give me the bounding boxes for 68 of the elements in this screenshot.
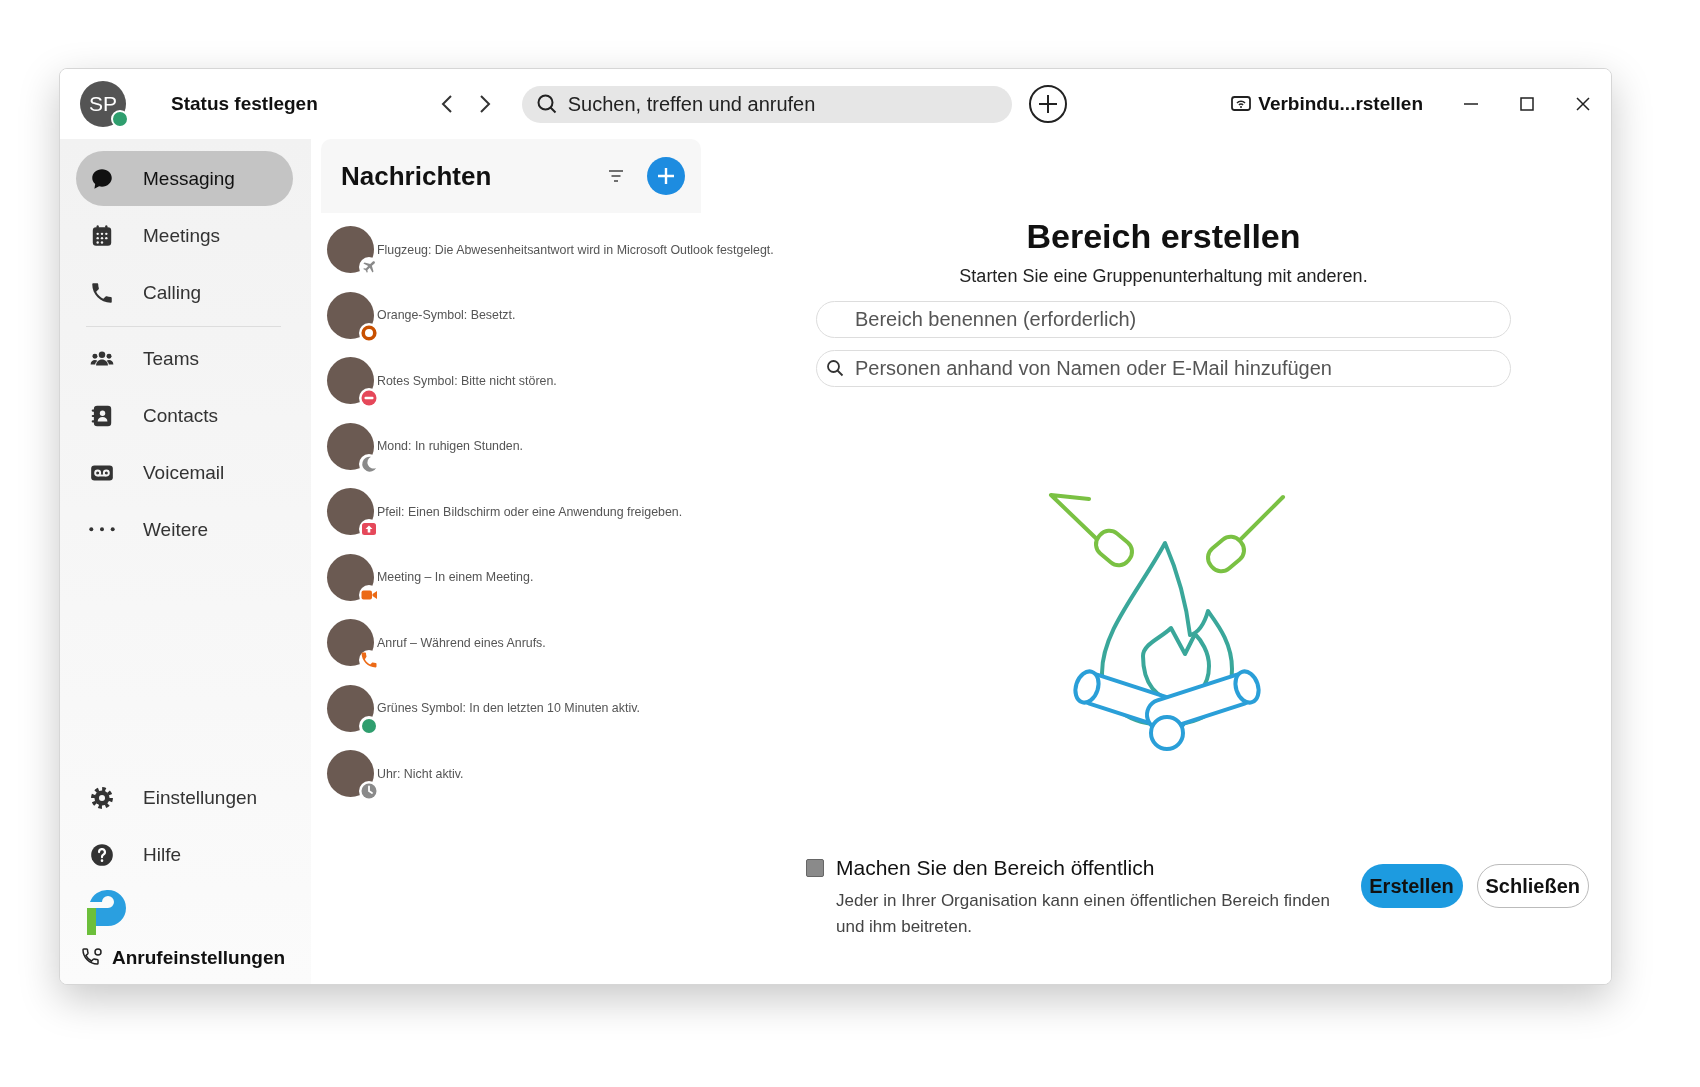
message-preview: Grünes Symbol: In den letzten 10 Minuten aktiv. — [377, 701, 640, 716]
avatar-photo — [327, 291, 374, 339]
avatar[interactable]: SP — [80, 81, 126, 127]
dialog-subtitle: Starten Sie eine Gruppenunterhaltung mit anderen. — [959, 266, 1368, 287]
nav-item[interactable]: Voicemail — [76, 445, 293, 500]
avatar-photo — [327, 553, 374, 601]
more-dots-icon — [89, 527, 115, 532]
add-circle-icon[interactable] — [1027, 84, 1068, 124]
message-item[interactable]: Mond: In ruhigen Stunden. — [321, 413, 796, 479]
message-preview: Flugzeug: Die Abwesenheitsantwort wird in Microsoft Outlook festgelegt. — [377, 242, 774, 257]
message-item[interactable]: Grünes Symbol: In den letzten 10 Minuten aktiv. — [321, 675, 796, 741]
message-preview: Mond: In ruhigen Stunden. — [377, 439, 524, 454]
message-item[interactable]: Meeting – In einem Meeting. — [321, 544, 796, 610]
message-item[interactable]: Uhr: Nicht aktiv. — [321, 741, 796, 807]
search-icon — [535, 92, 558, 115]
filter-icon[interactable] — [607, 168, 625, 184]
status-dot — [359, 715, 379, 736]
busy-status-icon — [359, 322, 379, 343]
clock-icon — [359, 781, 379, 802]
option-description: Jeder in Ihrer Organisation kann einen öffentlichen Bereich finden und ihm beitreten. — [836, 890, 1331, 938]
message-preview: Rotes Symbol: Bitte nicht stören. — [377, 373, 557, 388]
close-button[interactable]: Schließen — [1476, 864, 1589, 908]
nav-item[interactable]: Meetings — [76, 208, 293, 263]
avatar-initials: SP — [89, 92, 117, 116]
avatar-photo — [327, 750, 374, 798]
call-settings-button[interactable]: Anrufeinstellungen — [80, 946, 311, 970]
create-button[interactable]: Erstellen — [1360, 864, 1463, 908]
message-item[interactable]: Flugzeug: Die Abwesenheitsantwort wird in Microsoft Outlook festgelegt. — [321, 217, 796, 283]
nav-item[interactable]: Messaging — [76, 151, 293, 206]
screen-wifi-icon — [1230, 94, 1253, 114]
space-name-field[interactable]: Bereich benennen (erforderlich) — [816, 301, 1511, 338]
avatar-photo — [327, 488, 374, 536]
nav-item[interactable]: Hilfe — [76, 827, 293, 882]
help-icon — [89, 841, 115, 868]
maximize-icon[interactable] — [1517, 94, 1537, 114]
checkbox-label: Machen Sie den Bereich öffentlich — [836, 856, 1155, 880]
settings-icon — [89, 784, 115, 811]
message-item[interactable]: Pfeil: Einen Bildschirm oder eine Anwendung freigeben. — [321, 479, 796, 545]
dialog-title: Bereich erstellen — [1026, 217, 1301, 256]
nav-item[interactable]: Calling — [76, 265, 293, 320]
message-item[interactable]: Orange-Symbol: Besetzt. — [321, 282, 796, 348]
avatar-photo — [327, 422, 374, 470]
nav-item[interactable]: Contacts — [76, 388, 293, 443]
panel-title: Nachrichten — [341, 160, 493, 192]
connect-device-button[interactable]: Verbindu...rstellen — [1230, 93, 1423, 115]
avatar-photo — [327, 357, 374, 405]
message-item[interactable]: Rotes Symbol: Bitte nicht stören. — [321, 348, 796, 414]
new-message-button[interactable] — [647, 157, 685, 195]
message-item[interactable]: Anruf – Während eines Anrufs. — [321, 610, 796, 676]
moon-icon — [359, 453, 379, 474]
message-preview: Anruf – Während eines Anrufs. — [377, 635, 546, 650]
checkbox[interactable] — [806, 859, 824, 877]
search-icon — [826, 359, 844, 377]
people-search-field[interactable]: Personen anhand von Namen oder E-Mail hinzufügen — [816, 350, 1511, 387]
do-not-disturb-icon — [359, 388, 379, 409]
search-field[interactable]: Suchen, treffen und anrufen — [521, 85, 1012, 123]
message-preview: Orange-Symbol: Besetzt. — [377, 308, 516, 323]
avatar-photo — [327, 226, 374, 274]
status-link[interactable]: Status festlegen — [171, 93, 318, 115]
message-preview: Pfeil: Einen Bildschirm oder eine Anwendung freigeben. — [377, 504, 683, 519]
phone-icon — [359, 650, 379, 671]
avatar-photo — [327, 684, 374, 732]
nav-item[interactable]: Teams — [76, 331, 293, 386]
nav-item[interactable]: Einstellungen — [76, 770, 293, 825]
message-preview: Meeting – In einem Meeting. — [377, 570, 534, 585]
message-preview: Uhr: Nicht aktiv. — [377, 766, 464, 781]
nav-item[interactable]: Weitere — [76, 502, 293, 557]
avatar-photo — [327, 619, 374, 667]
